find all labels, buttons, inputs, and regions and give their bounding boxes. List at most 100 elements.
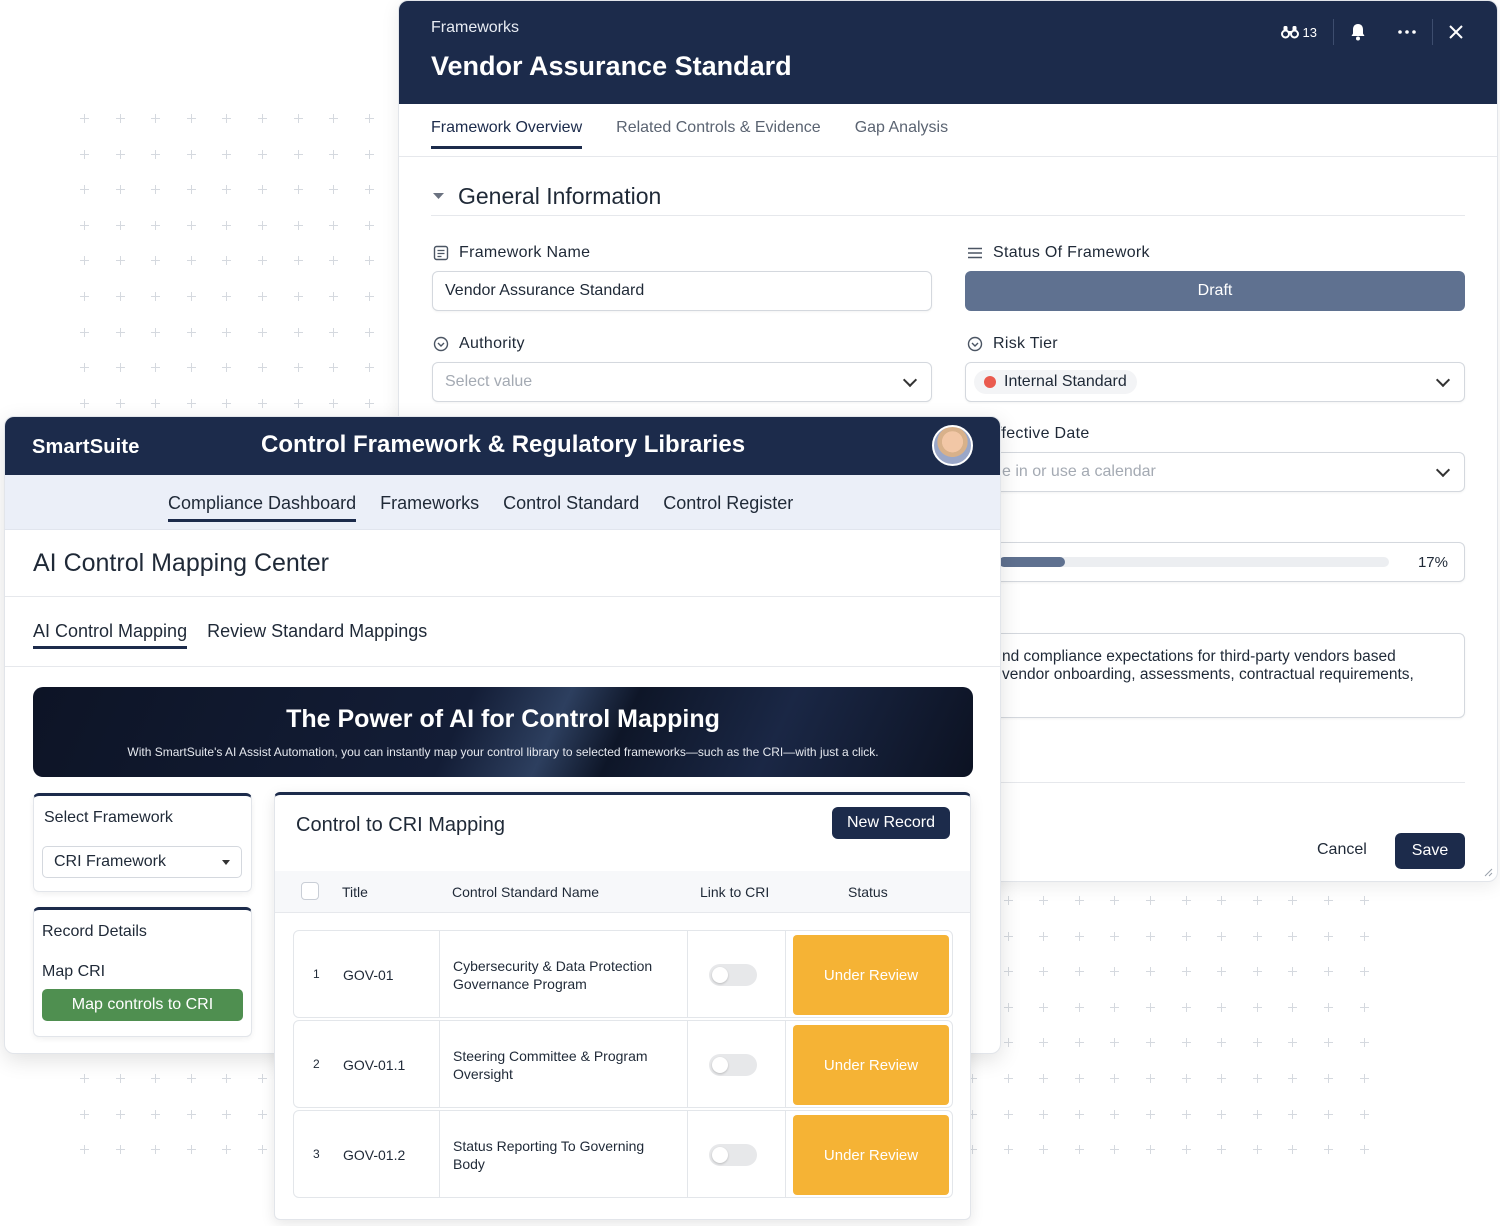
framework-header: Frameworks Vendor Assurance Standard 13 [399, 1, 1497, 104]
divider [439, 1111, 440, 1197]
bell-icon [1351, 24, 1365, 41]
status-dot-icon [984, 376, 996, 388]
authority-select[interactable]: Select value [432, 362, 932, 402]
section-header[interactable]: General Information [433, 183, 661, 210]
framework-select[interactable]: CRI Framework [42, 846, 242, 878]
chevron-down-icon [902, 372, 918, 388]
tab-gap-analysis[interactable]: Gap Analysis [855, 119, 948, 149]
table-title: Control to CRI Mapping [296, 814, 505, 836]
progress-value: 17% [1417, 554, 1448, 571]
framework-name-label: Framework Name [433, 244, 590, 262]
divider [785, 1111, 786, 1197]
close-icon [1449, 25, 1463, 39]
dropdown-circle-icon [967, 336, 983, 352]
user-avatar[interactable] [932, 425, 973, 466]
record-tabs: Framework Overview Related Controls & Ev… [431, 119, 948, 149]
status-badge[interactable]: Under Review [793, 1115, 949, 1195]
tab-ai-control-mapping[interactable]: AI Control Mapping [33, 621, 188, 649]
divider [431, 215, 1465, 216]
risk-tier-select[interactable]: Internal Standard [965, 362, 1465, 402]
chevron-down-icon [1435, 462, 1451, 478]
link-to-cri-toggle[interactable] [709, 964, 757, 986]
status-label: Status Of Framework [967, 244, 1150, 262]
nav-control-register[interactable]: Control Register [663, 493, 793, 522]
binoculars-icon [1280, 26, 1299, 39]
nav-frameworks[interactable]: Frameworks [380, 493, 479, 522]
table-row[interactable]: 2 GOV-01.1 Steering Committee & Program … [293, 1020, 953, 1108]
table-row[interactable]: 1 GOV-01 Cybersecurity & Data Protection… [293, 930, 953, 1018]
followers-count: 13 [1302, 24, 1317, 40]
new-record-button[interactable]: New Record [832, 807, 950, 839]
divider [439, 931, 440, 1017]
map-cri-label: Map CRI [42, 963, 106, 980]
status-badge[interactable]: Under Review [793, 1025, 949, 1105]
close-button[interactable] [1433, 19, 1479, 45]
background-pattern [968, 896, 1378, 1161]
map-controls-button[interactable]: Map controls to CRI [42, 989, 243, 1021]
column-header-title[interactable]: Title [342, 884, 368, 900]
status-draft-button[interactable]: Draft [965, 271, 1465, 311]
select-framework-card: Select Framework CRI Framework [33, 793, 252, 892]
table-row[interactable]: 3 GOV-01.2 Status Reporting To Governing… [293, 1110, 953, 1198]
tab-related-controls[interactable]: Related Controls & Evidence [616, 119, 821, 149]
description-field[interactable]: nd compliance expectations for third-par… [965, 633, 1465, 718]
column-header-link[interactable]: Link to CRI [700, 884, 769, 900]
more-options-button[interactable] [1382, 19, 1432, 45]
followers-button[interactable]: 13 [1265, 19, 1333, 45]
smartsuite-logo[interactable]: SmartSuite [32, 436, 140, 459]
divider [439, 1021, 440, 1107]
divider [785, 931, 786, 1017]
divider [785, 1021, 786, 1107]
divider [5, 596, 1000, 597]
app-header: SmartSuite Control Framework & Regulator… [5, 417, 1000, 475]
table-header: Title Control Standard Name Link to CRI … [275, 871, 970, 913]
hero-subtitle: With SmartSuite's AI Assist Automation, … [127, 745, 879, 759]
main-nav: Compliance Dashboard Frameworks Control … [5, 475, 1000, 530]
tab-framework-overview[interactable]: Framework Overview [431, 119, 583, 149]
breadcrumb[interactable]: Frameworks [431, 19, 519, 37]
divider [997, 782, 1465, 783]
nav-control-standard[interactable]: Control Standard [503, 493, 639, 522]
notifications-button[interactable] [1334, 19, 1382, 45]
card-title: Select Framework [44, 809, 173, 826]
sub-tabs: AI Control Mapping Review Standard Mappi… [33, 621, 427, 649]
caret-down-icon [222, 860, 230, 865]
page-title: AI Control Mapping Center [33, 549, 329, 577]
column-header-name[interactable]: Control Standard Name [452, 884, 599, 900]
effective-date-label: ffective Date [997, 425, 1090, 442]
effective-date-input[interactable]: e in or use a calendar [965, 452, 1465, 492]
link-to-cri-toggle[interactable] [709, 1054, 757, 1076]
authority-label: Authority [433, 335, 525, 353]
divider [687, 931, 688, 1017]
mapping-table-panel: Control to CRI Mapping New Record Title … [274, 792, 971, 1220]
header-actions: 13 [1265, 19, 1479, 45]
hero-banner: The Power of AI for Control Mapping With… [33, 687, 973, 777]
nav-compliance-dashboard[interactable]: Compliance Dashboard [168, 493, 357, 522]
section-title: General Information [458, 183, 662, 209]
cancel-button[interactable]: Cancel [1317, 841, 1367, 859]
column-header-status[interactable]: Status [848, 884, 888, 900]
risk-tier-label: Risk Tier [967, 335, 1058, 353]
list-icon [968, 247, 982, 259]
app-title: Control Framework & Regulatory Libraries [261, 431, 746, 458]
resize-handle-icon[interactable] [1483, 867, 1493, 877]
risk-tier-tag: Internal Standard [974, 370, 1137, 394]
link-to-cri-toggle[interactable] [709, 1144, 757, 1166]
chevron-down-icon [1435, 372, 1451, 388]
dropdown-circle-icon [433, 336, 449, 352]
framework-name-input[interactable]: Vendor Assurance Standard [432, 271, 932, 311]
status-badge[interactable]: Under Review [793, 935, 949, 1015]
card-title: Record Details [42, 923, 147, 940]
progress-bar [999, 557, 1389, 567]
divider [5, 666, 1000, 667]
hero-title: The Power of AI for Control Mapping [286, 705, 720, 733]
caret-down-icon [433, 193, 444, 199]
select-all-checkbox[interactable] [301, 882, 319, 900]
text-field-icon [433, 245, 449, 261]
record-title: Vendor Assurance Standard [431, 51, 792, 81]
background-pattern [80, 1074, 275, 1164]
background-pattern [80, 114, 390, 414]
save-button[interactable]: Save [1395, 833, 1465, 869]
more-icon [1398, 30, 1416, 34]
tab-review-standard-mappings[interactable]: Review Standard Mappings [207, 621, 427, 649]
